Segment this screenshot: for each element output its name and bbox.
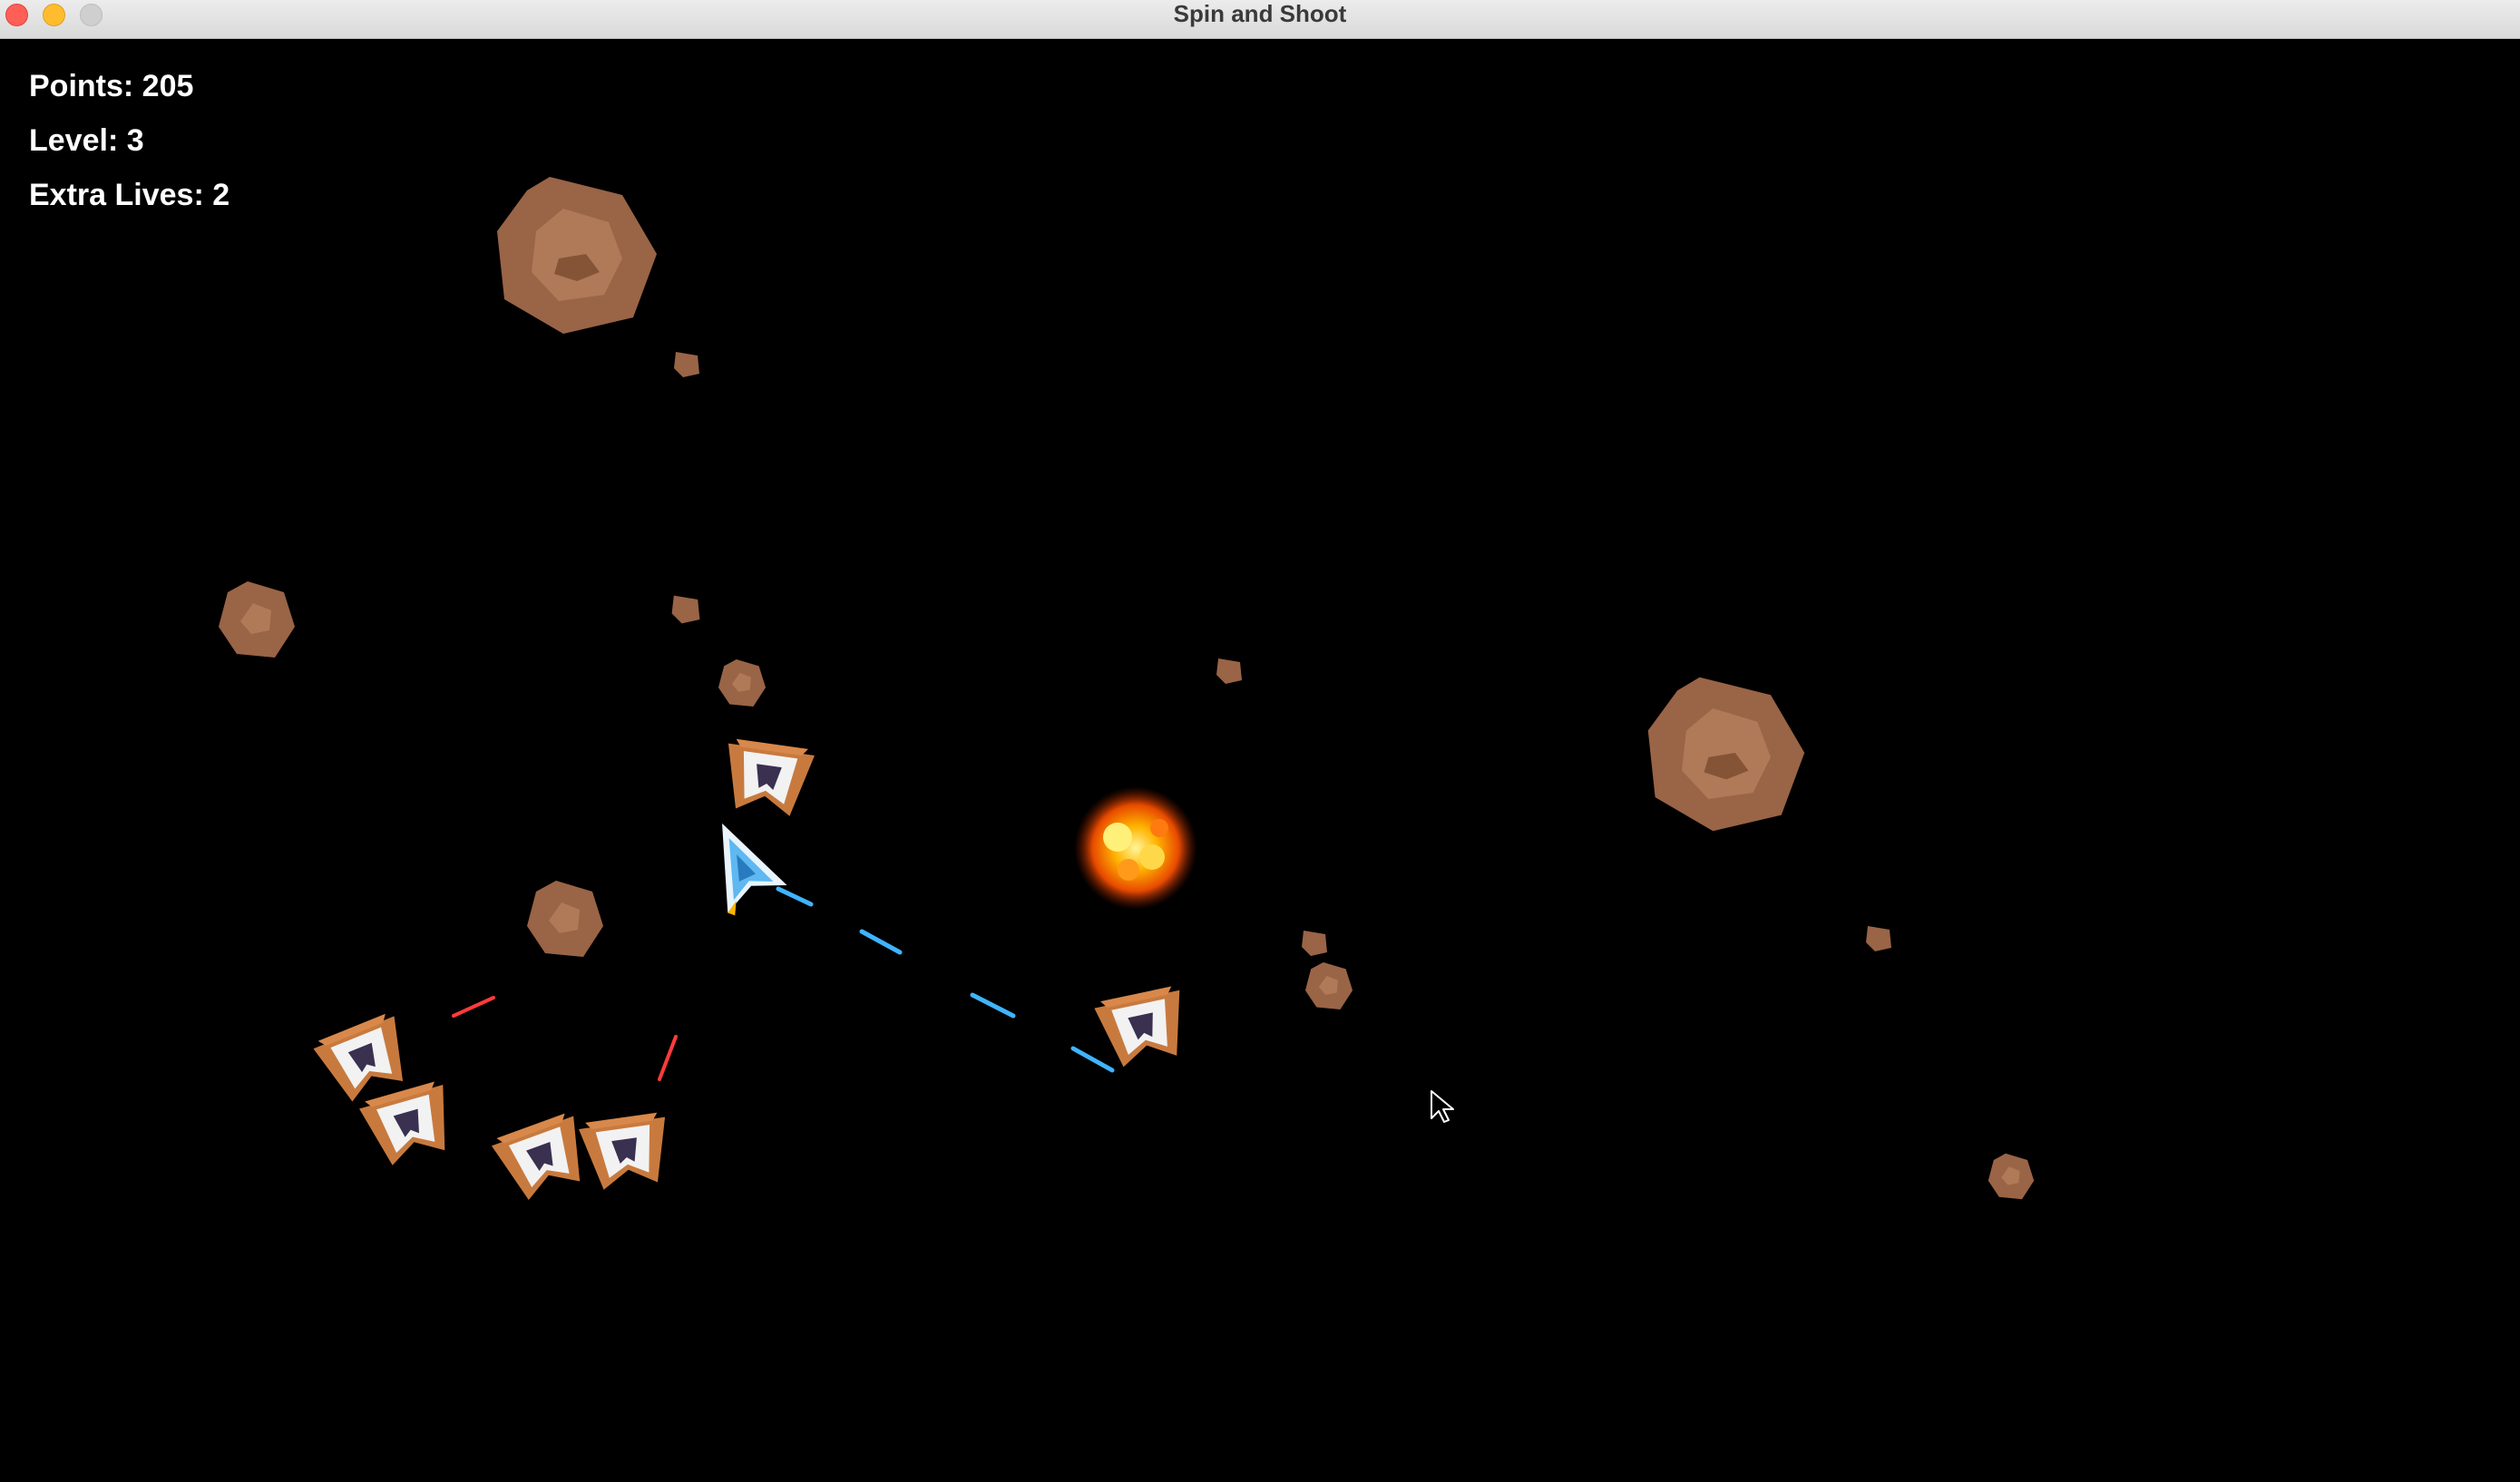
level-indicator: Level: 3 bbox=[29, 123, 144, 158]
asteroid bbox=[1216, 658, 1242, 684]
enemy-ship bbox=[1093, 984, 1193, 1071]
enemy-ship bbox=[357, 1079, 461, 1170]
hud: Points: 205 Level: 3 Extra Lives: 2 bbox=[29, 59, 230, 222]
asteroid bbox=[497, 177, 657, 334]
enemy-ship bbox=[719, 737, 816, 819]
asteroid bbox=[1304, 961, 1353, 1010]
enemy-ship bbox=[578, 1111, 674, 1193]
extra-lives-counter: Extra Lives: 2 bbox=[29, 178, 230, 212]
asteroid bbox=[219, 581, 295, 658]
asteroid bbox=[1866, 926, 1891, 951]
asteroid bbox=[1647, 677, 1805, 832]
asteroid bbox=[527, 881, 603, 957]
asteroid bbox=[674, 352, 699, 377]
player-laser-shots bbox=[776, 886, 1115, 1073]
asteroid bbox=[1988, 1153, 2035, 1200]
points-counter: Points: 205 bbox=[29, 69, 194, 103]
explosion bbox=[1074, 786, 1197, 910]
player-ship bbox=[722, 823, 787, 916]
asteroid bbox=[671, 595, 700, 624]
asteroid bbox=[718, 658, 767, 707]
mouse-cursor-icon bbox=[1431, 1090, 1454, 1123]
game-canvas[interactable]: Points: 205 Level: 3 Extra Lives: 2 bbox=[0, 39, 2520, 1482]
enemy-ship bbox=[489, 1110, 596, 1206]
window-title: Spin and Shoot bbox=[1173, 0, 1347, 27]
asteroid bbox=[1302, 931, 1327, 956]
game-window: Spin and Shoot Points: 205 Level: 3 Extr… bbox=[0, 0, 2520, 1482]
enemy-laser-shots bbox=[452, 996, 678, 1081]
game-scene bbox=[219, 177, 2035, 1206]
title-bar: Spin and Shoot bbox=[0, 0, 2520, 39]
